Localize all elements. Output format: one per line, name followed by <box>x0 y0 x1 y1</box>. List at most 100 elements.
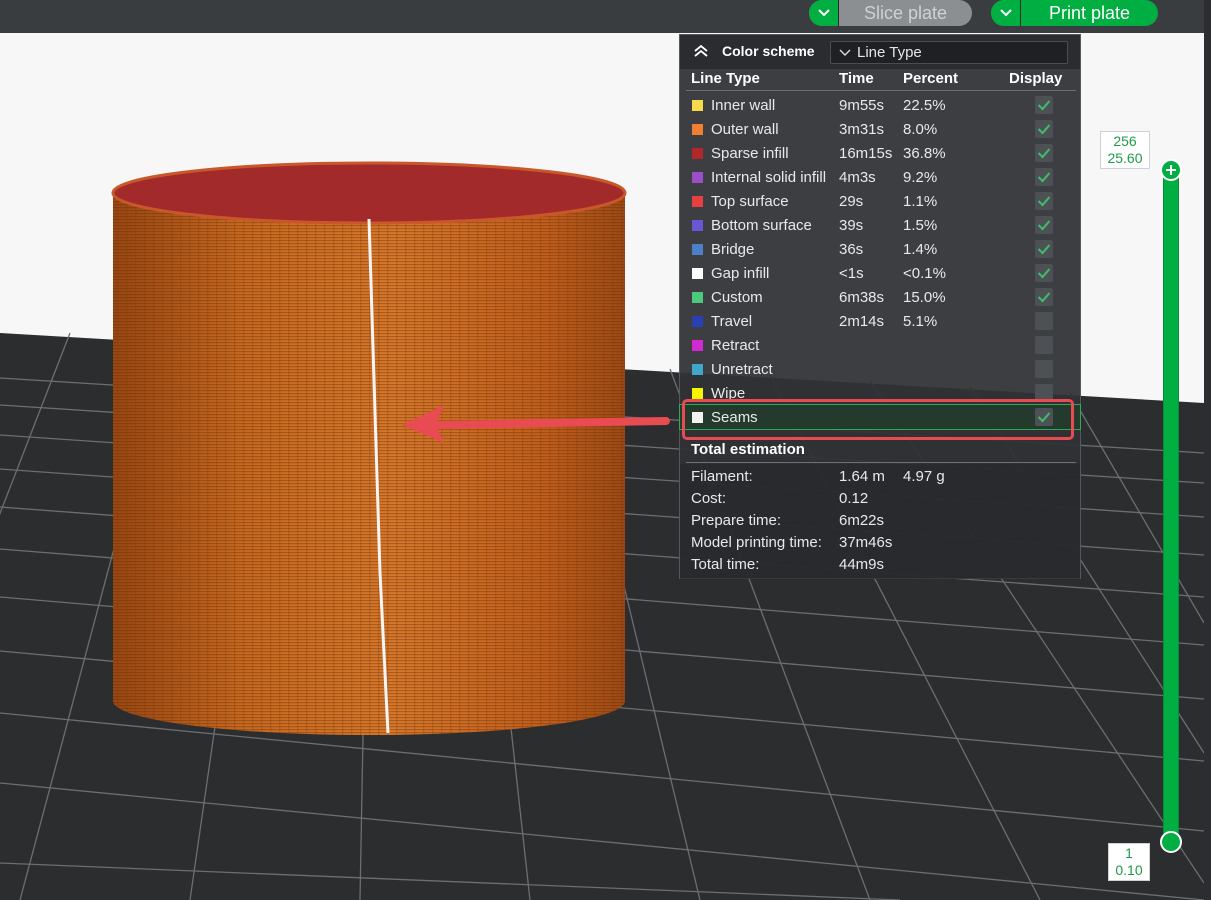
layer-slider-bottom-handle[interactable] <box>1160 831 1182 853</box>
layer-slider-track[interactable] <box>1163 170 1179 842</box>
line-type-percent: 36.8% <box>903 145 946 162</box>
line-type-percent: 1.5% <box>903 217 938 234</box>
line-type-row[interactable]: Bridge 36s 1.4% <box>680 237 1080 261</box>
color-swatch <box>692 268 703 279</box>
chevron-down-icon <box>817 9 830 17</box>
display-checkbox[interactable] <box>1035 312 1053 330</box>
line-type-percent: 1.1% <box>903 193 938 210</box>
line-type-percent: 8.0% <box>903 121 938 138</box>
line-type-row[interactable]: Gap infill <1s <0.1% <box>680 261 1080 285</box>
line-type-row[interactable]: Inner wall 9m55s 22.5% <box>680 93 1080 117</box>
total-value: 1.64 m <box>839 468 885 485</box>
display-checkbox[interactable] <box>1035 288 1053 306</box>
total-value: 6m22s <box>839 512 885 529</box>
line-type-row[interactable]: Top surface 29s 1.1% <box>680 189 1080 213</box>
print-plate-label: Print plate <box>1048 2 1131 23</box>
total-row: Filament: 1.64 m 4.97 g <box>680 466 1080 488</box>
line-type-name: Bottom surface <box>711 217 812 234</box>
total-key: Prepare time: <box>691 512 782 529</box>
line-type-time: 4m3s <box>839 169 876 186</box>
line-type-time: 2m14s <box>839 313 885 330</box>
display-checkbox[interactable] <box>1035 240 1053 258</box>
line-type-row[interactable]: Outer wall 3m31s 8.0% <box>680 117 1080 141</box>
plus-icon <box>1166 165 1176 175</box>
line-type-time: 16m15s <box>839 145 893 162</box>
line-type-row[interactable]: Unretract <box>680 357 1080 381</box>
color-swatch <box>692 148 703 159</box>
color-swatch <box>692 100 703 111</box>
slice-plate-label: Slice plate <box>863 2 948 23</box>
top-layer-number: 256 <box>1113 133 1137 149</box>
line-type-percent: 15.0% <box>903 289 946 306</box>
color-swatch <box>692 196 703 207</box>
total-key: Filament: <box>691 468 753 485</box>
line-type-time: 3m31s <box>839 121 885 138</box>
color-swatch <box>692 292 703 303</box>
legend-panel: Color scheme Line Type Line Type Time Pe… <box>679 34 1081 579</box>
total-estimation-area: Filament: 1.64 m 4.97 g Cost: 0.12 Prepare ti… <box>680 464 1080 579</box>
total-key: Model printing time: <box>691 534 822 551</box>
line-type-name: Travel <box>711 313 753 330</box>
total-value-secondary: 4.97 g <box>903 468 945 485</box>
line-type-time: 9m55s <box>839 97 885 114</box>
line-type-row[interactable]: Sparse infill 16m15s 36.8% <box>680 141 1080 165</box>
line-type-row[interactable]: Internal solid infill 4m3s 9.2% <box>680 165 1080 189</box>
line-type-row[interactable]: Custom 6m38s 15.0% <box>680 285 1080 309</box>
total-divider <box>686 462 1076 463</box>
display-checkbox[interactable] <box>1035 96 1053 114</box>
header-percent: Percent <box>903 70 959 87</box>
collapse-icon[interactable] <box>692 43 710 59</box>
total-value: 37m46s <box>839 534 893 551</box>
print-plate-button[interactable]: Print plate <box>991 0 1158 26</box>
display-checkbox[interactable] <box>1035 120 1053 138</box>
line-type-row[interactable]: Travel 2m14s 5.1% <box>680 309 1080 333</box>
line-type-name: Top surface <box>711 193 789 210</box>
total-key: Cost: <box>691 490 727 507</box>
total-estimation-title: Total estimation <box>691 441 805 458</box>
display-checkbox[interactable] <box>1035 192 1053 210</box>
total-value: 0.12 <box>839 490 869 507</box>
line-type-name: Unretract <box>711 361 773 378</box>
line-type-row[interactable]: Retract <box>680 333 1080 357</box>
print-dropdown[interactable] <box>991 0 1021 26</box>
right-side-strip <box>1204 0 1211 900</box>
chevron-down-icon <box>999 9 1012 17</box>
header-time: Time <box>839 70 874 87</box>
top-layer-label: 256 25.60 <box>1100 131 1150 169</box>
line-type-percent: 1.4% <box>903 241 938 258</box>
layer-slider-top-handle[interactable] <box>1160 159 1182 181</box>
total-row: Cost: 0.12 <box>680 488 1080 510</box>
display-checkbox[interactable] <box>1035 360 1053 378</box>
color-scheme-value: Line Type <box>857 44 922 61</box>
line-type-name: Gap infill <box>711 265 770 282</box>
line-type-time: 36s <box>839 241 864 258</box>
total-row: Model printing time: 37m46s <box>680 532 1080 554</box>
seams-highlight-box <box>682 399 1074 440</box>
top-layer-height: 25.60 <box>1107 150 1143 166</box>
header-line-type: Line Type <box>691 70 760 87</box>
color-swatch <box>692 172 703 183</box>
top-toolbar: Slice plate Print plate <box>0 0 1211 33</box>
color-swatch <box>692 340 703 351</box>
total-row: Total time: 44m9s <box>680 554 1080 576</box>
line-type-name: Internal solid infill <box>711 169 827 186</box>
line-type-percent: 22.5% <box>903 97 946 114</box>
display-checkbox[interactable] <box>1035 144 1053 162</box>
bottom-layer-number: 1 <box>1125 845 1133 861</box>
line-type-time: 29s <box>839 193 864 210</box>
slice-plate-button[interactable]: Slice plate <box>809 0 972 26</box>
display-checkbox[interactable] <box>1035 216 1053 234</box>
display-checkbox[interactable] <box>1035 264 1053 282</box>
display-checkbox[interactable] <box>1035 336 1053 354</box>
bottom-layer-height: 0.10 <box>1115 862 1143 878</box>
slice-dropdown[interactable] <box>809 0 839 26</box>
line-type-name: Outer wall <box>711 121 779 138</box>
color-swatch <box>692 124 703 135</box>
display-checkbox[interactable] <box>1035 168 1053 186</box>
color-scheme-label: Color scheme <box>722 43 815 59</box>
chevron-down-icon <box>839 49 851 56</box>
header-divider <box>686 90 1076 91</box>
bottom-layer-label: 1 0.10 <box>1108 843 1150 881</box>
line-type-row[interactable]: Bottom surface 39s 1.5% <box>680 213 1080 237</box>
color-scheme-select[interactable]: Line Type <box>830 41 1068 64</box>
